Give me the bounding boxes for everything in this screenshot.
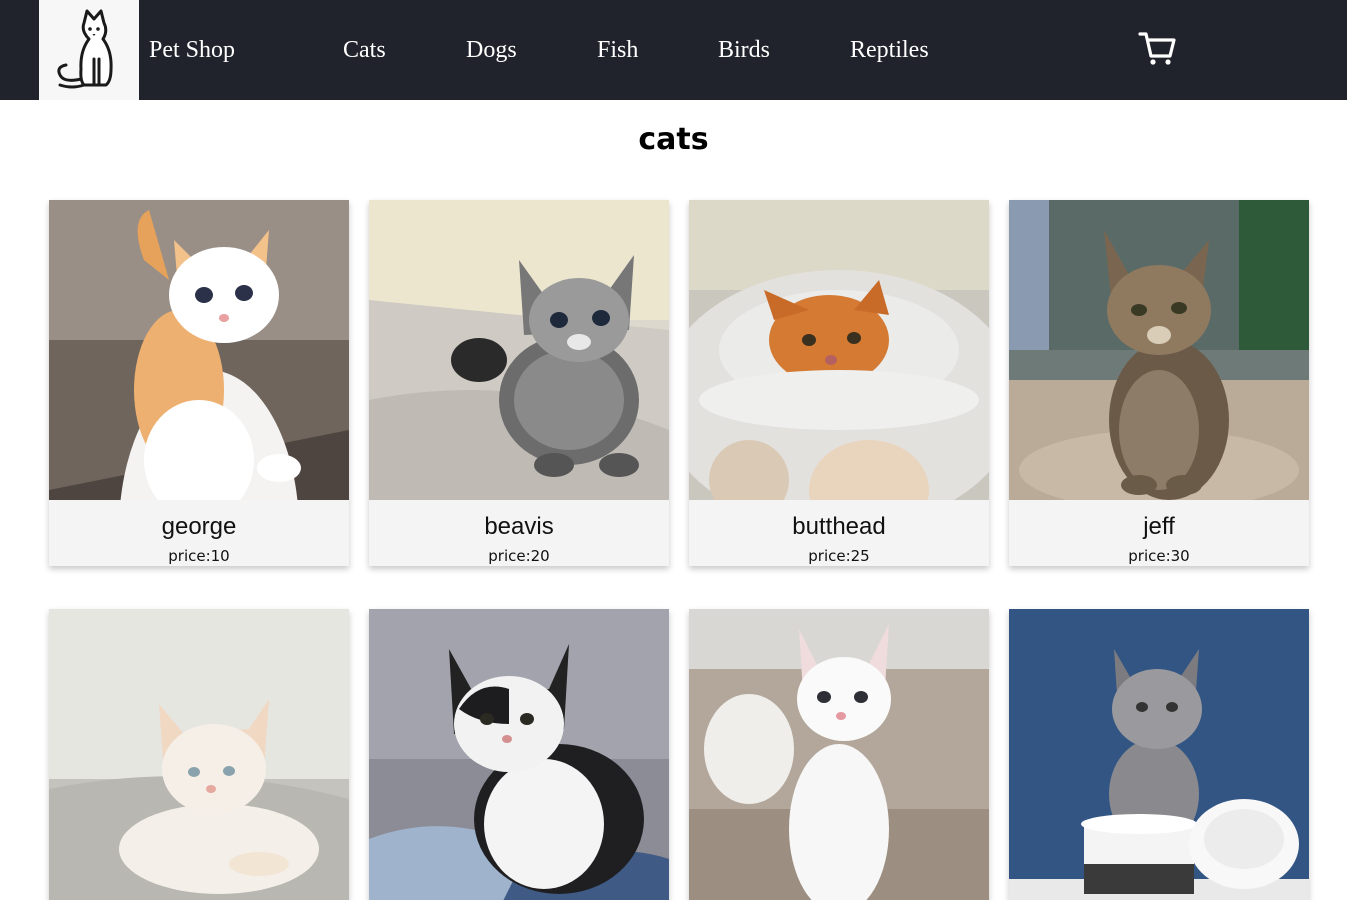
product-photo — [369, 200, 669, 500]
product-name: george — [161, 513, 237, 540]
shopping-cart-icon — [1138, 32, 1176, 65]
product-card[interactable]: jeff price:30 — [1009, 200, 1309, 566]
cart-button[interactable] — [1137, 28, 1177, 68]
product-price: price:25 — [808, 547, 870, 565]
product-card[interactable]: george price:10 — [49, 200, 349, 566]
product-photo — [369, 609, 669, 900]
product-photo — [689, 609, 989, 900]
nav-fish[interactable]: Fish — [597, 33, 638, 67]
product-photo — [49, 200, 349, 500]
product-card[interactable] — [49, 609, 349, 900]
product-name: jeff — [1143, 513, 1175, 540]
product-photo — [49, 609, 349, 900]
product-card[interactable]: beavis price:20 — [369, 200, 669, 566]
product-name: butthead — [792, 513, 886, 540]
product-photo — [1009, 200, 1309, 500]
nav-reptiles[interactable]: Reptiles — [850, 33, 929, 67]
top-navbar: Pet Shop Cats Dogs Fish Birds Reptiles — [0, 0, 1347, 100]
nav-dogs[interactable]: Dogs — [466, 33, 517, 67]
page-title: cats — [638, 122, 709, 157]
logo-link[interactable] — [39, 0, 139, 100]
product-price: price:20 — [488, 547, 550, 565]
product-name: beavis — [484, 513, 554, 540]
product-price: price:10 — [168, 547, 230, 565]
cat-logo-icon — [57, 9, 113, 89]
nav-birds[interactable]: Birds — [718, 33, 770, 67]
product-card[interactable] — [1009, 609, 1309, 900]
product-card[interactable] — [369, 609, 669, 900]
product-card[interactable]: butthead price:25 — [689, 200, 989, 566]
product-photo — [689, 200, 989, 500]
brand-name[interactable]: Pet Shop — [149, 33, 235, 67]
nav-cats[interactable]: Cats — [343, 33, 386, 67]
product-card[interactable] — [689, 609, 989, 900]
product-photo — [1009, 609, 1309, 900]
product-price: price:30 — [1128, 547, 1190, 565]
